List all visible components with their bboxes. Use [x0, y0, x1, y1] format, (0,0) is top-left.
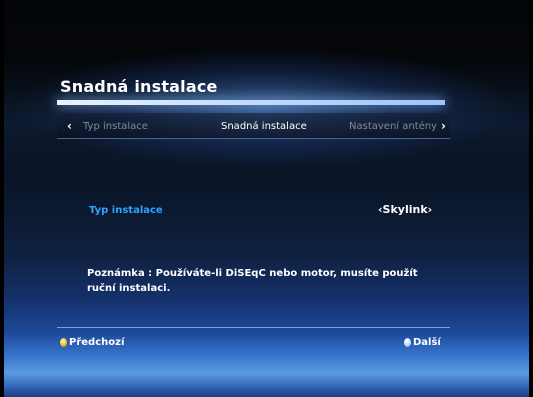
install-type-selector[interactable]: ‹Skylink›	[378, 203, 432, 216]
wizard-step-bar: ‹ Typ instalace Snadná instalace Nastave…	[57, 113, 450, 139]
chevron-left-icon[interactable]: ‹	[67, 119, 72, 133]
page-title: Snadná instalace	[60, 77, 218, 96]
tab-nastaveni-anteny[interactable]: Nastavení antény	[349, 121, 437, 132]
yellow-button-icon	[60, 338, 67, 347]
blue-button-icon	[404, 338, 411, 347]
tab-snadna-instalace[interactable]: Snadná instalace	[221, 121, 307, 132]
footer-divider	[57, 327, 450, 328]
next-button[interactable]: Další	[404, 337, 441, 348]
step-bar-divider	[57, 138, 450, 139]
next-label: Další	[413, 337, 441, 348]
chevron-right-icon[interactable]: ›	[441, 119, 446, 133]
note-text: Poznámka : Používáte-li DiSEqC nebo moto…	[87, 268, 418, 294]
tv-screen: Snadná instalace ‹ Typ instalace Snadná …	[0, 0, 533, 397]
tab-typ-instalace[interactable]: Typ instalace	[83, 121, 148, 132]
previous-label: Předchozí	[69, 337, 125, 348]
screen-edge-left	[0, 0, 4, 397]
previous-button[interactable]: Předchozí	[60, 337, 124, 348]
title-underline-bar	[57, 100, 445, 105]
screen-edge-right	[529, 0, 533, 397]
install-type-label: Typ instalace	[89, 205, 163, 216]
